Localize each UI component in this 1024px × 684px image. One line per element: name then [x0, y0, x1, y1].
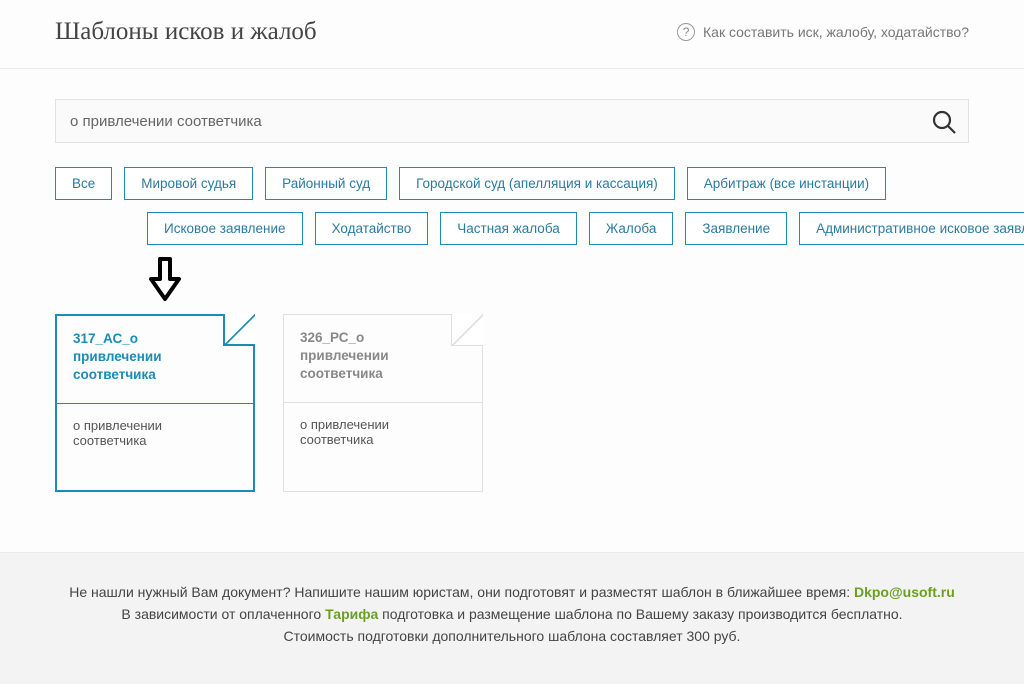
help-link-label: Как составить иск, жалобу, ходатайство?	[703, 24, 969, 40]
card-desc: о привлечении соответчика	[284, 403, 482, 489]
page-header: Шаблоны исков и жалоб ? Как составить ис…	[0, 0, 1024, 69]
page-fold-icon	[223, 314, 255, 346]
doc-card-317[interactable]: 317_АС_о привлечении соответчика о привл…	[55, 314, 255, 492]
question-icon: ?	[677, 23, 695, 41]
card-title: 326_РС_о привлечении соответчика	[300, 329, 420, 384]
card-desc: о привлечении соответчика	[57, 404, 253, 490]
filter-arbitrazh[interactable]: Арбитраж (все инстанции)	[687, 167, 886, 200]
footer: Не нашли нужный Вам документ? Напишите н…	[0, 553, 1024, 684]
card-title: 317_АС_о привлечении соответчика	[73, 330, 193, 385]
footer-email[interactable]: Dkpo@usoft.ru	[854, 584, 955, 600]
filter-gorodskoy[interactable]: Городской суд (апелляция и кассация)	[399, 167, 675, 200]
filter-hodataystvo[interactable]: Ходатайство	[315, 212, 429, 245]
filter-rayonny[interactable]: Районный суд	[265, 167, 387, 200]
page-title: Шаблоны исков и жалоб	[55, 18, 317, 46]
content-area: о привлечении соответчика Все Мировой су…	[0, 69, 1024, 553]
footer-line2: В зависимости от оплаченного Тарифа подг…	[40, 603, 984, 625]
doc-card-326[interactable]: 326_РС_о привлечении соответчика о привл…	[283, 314, 483, 492]
tariff-link[interactable]: Тарифа	[325, 606, 378, 622]
card-header: 317_АС_о привлечении соответчика	[57, 316, 253, 404]
card-header: 326_РС_о привлечении соответчика	[284, 315, 482, 403]
filter-admin-iskovoe[interactable]: Административное исковое заявление	[799, 212, 1024, 245]
filter-mirovoy[interactable]: Мировой судья	[124, 167, 253, 200]
filter-chastnaya[interactable]: Частная жалоба	[440, 212, 576, 245]
filter-zhaloba[interactable]: Жалоба	[589, 212, 674, 245]
footer-line3: Стоимость подготовки дополнительного шаб…	[40, 625, 984, 647]
search-value: о привлечении соответчика	[70, 113, 918, 130]
search-icon[interactable]	[930, 108, 958, 141]
help-link[interactable]: ? Как составить иск, жалобу, ходатайство…	[677, 23, 969, 41]
results-row: 317_АС_о привлечении соответчика о привл…	[55, 308, 969, 552]
search-input[interactable]: о привлечении соответчика	[55, 99, 969, 143]
filter-row-types: Исковое заявление Ходатайство Частная жа…	[147, 212, 969, 245]
filter-all[interactable]: Все	[55, 167, 112, 200]
filter-iskovoe[interactable]: Исковое заявление	[147, 212, 303, 245]
arrow-down-icon	[145, 257, 969, 308]
filter-group: Все Мировой судья Районный суд Городской…	[55, 167, 969, 245]
page-fold-icon	[451, 314, 483, 346]
filter-zayavlenie[interactable]: Заявление	[685, 212, 787, 245]
footer-line1: Не нашли нужный Вам документ? Напишите н…	[40, 581, 984, 603]
filter-row-courts: Все Мировой судья Районный суд Городской…	[55, 167, 969, 200]
